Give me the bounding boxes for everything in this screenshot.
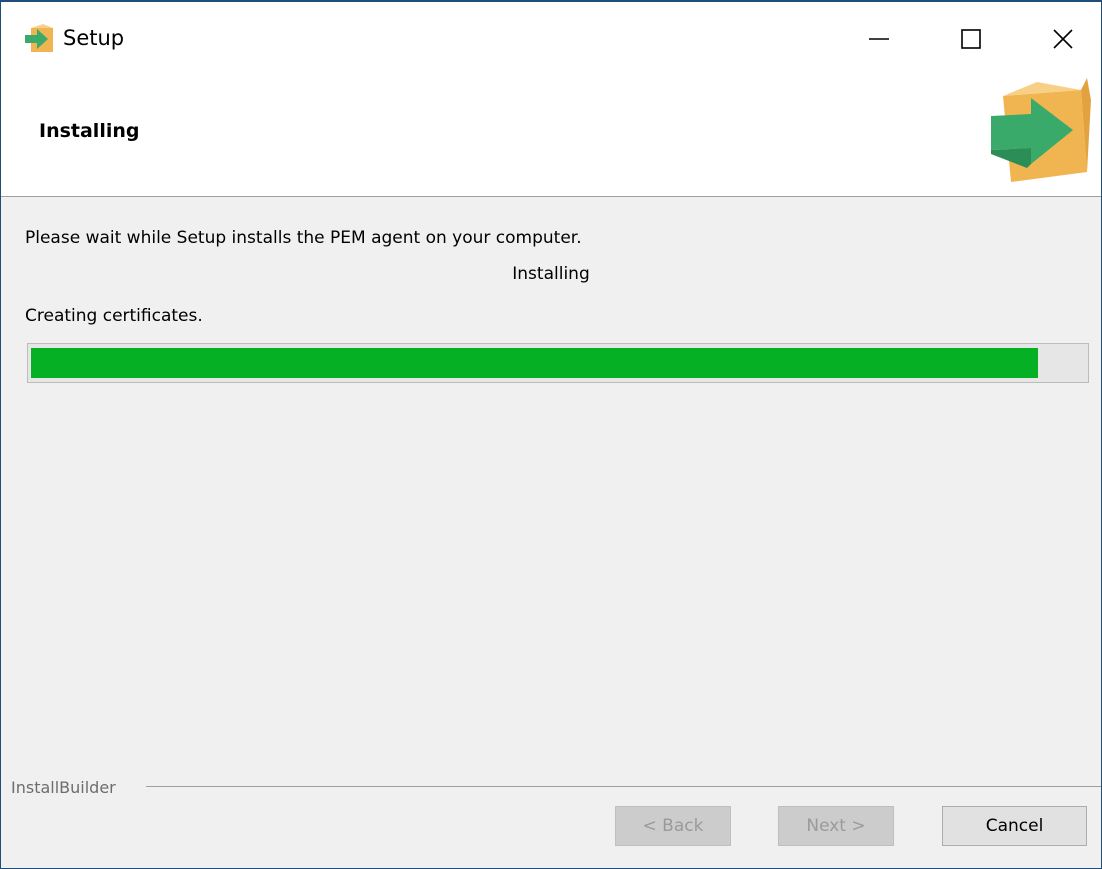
wizard-header: Installing [1,78,1101,197]
intro-text: Please wait while Setup installs the PEM… [25,228,582,248]
maximize-button[interactable] [936,4,1006,74]
installer-box-arrow-icon [991,78,1091,182]
cancel-button[interactable]: Cancel [942,806,1087,846]
close-button[interactable] [1028,4,1098,74]
close-icon [1053,29,1073,49]
footer-divider [146,786,1101,787]
status-text: Installing [512,264,590,284]
title-bar[interactable]: Setup [1,2,1101,82]
minimize-icon [869,38,889,40]
progress-fill [31,348,1038,378]
minimize-button[interactable] [844,4,914,74]
progress-bar [27,343,1089,383]
content-area: Please wait while Setup installs the PEM… [1,198,1101,783]
next-button[interactable]: Next > [778,806,894,846]
brand-label: InstallBuilder [11,778,116,797]
setup-window: Setup Installing Please wait while Setup… [0,0,1102,869]
back-button[interactable]: < Back [615,806,731,846]
window-title: Setup [63,26,125,50]
detail-text: Creating certificates. [25,306,203,326]
maximize-icon [961,29,981,49]
installer-box-icon [25,24,53,52]
page-title: Installing [39,120,140,142]
